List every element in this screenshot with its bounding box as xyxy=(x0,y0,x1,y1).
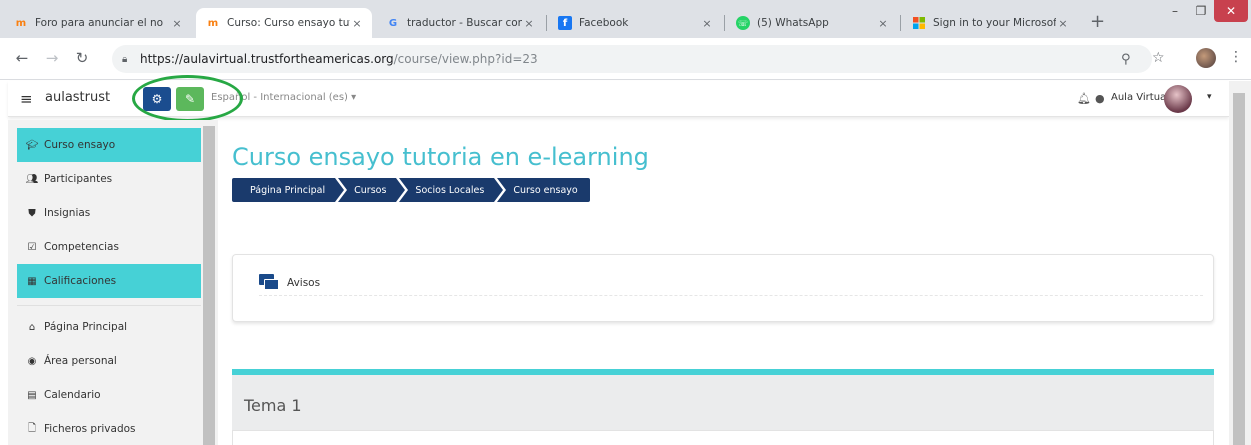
calendar-icon: ▤ xyxy=(27,389,37,401)
caret-down-icon: ▾ xyxy=(351,92,357,103)
drawer-item-label: Calendario xyxy=(44,389,101,401)
drawer-item-calificaciones[interactable]: ▦ Calificaciones xyxy=(17,264,201,298)
dashboard-icon: ◉ xyxy=(27,355,37,367)
zoom-icon[interactable]: ⚲ xyxy=(1121,52,1131,67)
forum-icon xyxy=(259,273,281,292)
microsoft-icon xyxy=(912,16,926,30)
drawer-item-calendario[interactable]: ▤ Calendario xyxy=(17,378,201,412)
address-bar[interactable]: 🔒︎ https://aulavirtual.trustfortheameric… xyxy=(112,45,1152,73)
announcements-label: Avisos xyxy=(287,276,321,289)
hamburger-menu-icon[interactable]: ≡ xyxy=(20,90,33,108)
browser-tab-foro[interactable]: m Foro para anunciar el no × xyxy=(4,8,192,38)
maximize-window-button[interactable]: ❐ xyxy=(1188,0,1214,22)
drawer-item-label: Participantes xyxy=(44,173,113,185)
drawer-item-label: Calificaciones xyxy=(44,275,117,287)
google-icon: G xyxy=(388,17,398,29)
browser-tab-curso[interactable]: m Curso: Curso ensayo tuto × xyxy=(196,8,372,38)
course-section-tema-1: Tema 1 xyxy=(232,369,1214,445)
drawer-item-ficheros-privados[interactable]: 🗋︎ Ficheros privados xyxy=(17,412,201,445)
drawer-item-pagina-principal[interactable]: ⌂ Página Principal xyxy=(17,310,201,344)
tab-title: (5) WhatsApp xyxy=(757,17,829,29)
whatsapp-icon: ☏ xyxy=(736,16,750,30)
drawer-item-label: Insignias xyxy=(44,207,91,219)
user-name[interactable]: Aula Virtual xyxy=(1111,92,1169,103)
breadcrumb-curso-ensayo[interactable]: Curso ensayo xyxy=(497,178,590,202)
close-window-button[interactable]: ✕ xyxy=(1214,0,1248,22)
breadcrumb-label: Curso ensayo xyxy=(513,184,578,196)
site-brand[interactable]: aulastrust xyxy=(45,90,110,105)
close-tab-icon[interactable]: × xyxy=(522,17,536,30)
graduation-cap-icon: 🎓︎ xyxy=(25,139,39,151)
moodle-icon: m xyxy=(207,17,219,29)
tab-separator xyxy=(546,15,547,31)
tab-title: Foro para anunciar el no xyxy=(35,17,164,29)
browser-tab-strip: m Foro para anunciar el no × m Curso: Cu… xyxy=(0,0,1251,38)
breadcrumb: Página Principal Cursos Socios Locales C… xyxy=(232,178,593,202)
breadcrumb-pagina-principal[interactable]: Página Principal xyxy=(232,178,348,202)
breadcrumb-label: Página Principal xyxy=(250,184,326,196)
forward-icon[interactable]: → xyxy=(42,48,62,68)
url-host: https://aulavirtual.trustfortheamericas.… xyxy=(140,52,394,66)
drawer-item-participantes[interactable]: 👥︎ Participantes xyxy=(17,162,201,196)
minimize-window-button[interactable]: – xyxy=(1163,0,1187,22)
close-tab-icon[interactable]: × xyxy=(170,17,184,30)
user-avatar[interactable] xyxy=(1164,85,1192,113)
drawer-item-label: Ficheros privados xyxy=(44,423,136,435)
drawer-item-curso-ensayo[interactable]: 🎓︎ Curso ensayo xyxy=(17,128,201,162)
close-tab-icon[interactable]: × xyxy=(700,17,714,30)
section-body xyxy=(232,430,1214,445)
close-tab-icon[interactable]: × xyxy=(350,17,364,30)
home-icon: ⌂ xyxy=(28,321,36,333)
browser-tab-traductor[interactable]: G traductor - Buscar con G × xyxy=(376,8,544,38)
drawer-scrollbar[interactable] xyxy=(203,126,215,445)
browser-tab-microsoft[interactable]: Sign in to your Microsof × xyxy=(902,8,1078,38)
drawer-item-label: Página Principal xyxy=(44,321,128,333)
browser-tab-facebook[interactable]: f Facebook × xyxy=(548,8,722,38)
tab-separator xyxy=(900,15,901,31)
announcements-block: Avisos xyxy=(232,254,1214,322)
profile-avatar[interactable] xyxy=(1196,48,1216,68)
close-tab-icon[interactable]: × xyxy=(876,17,890,30)
checkbox-icon: ☑ xyxy=(27,241,37,253)
user-menu-caret-icon[interactable]: ▾ xyxy=(1207,92,1212,102)
reload-icon[interactable]: ↻ xyxy=(72,48,92,68)
table-icon: ▦ xyxy=(27,275,37,287)
back-icon[interactable]: ← xyxy=(12,48,32,68)
drawer-item-insignias[interactable]: ⛊ Insignias xyxy=(17,196,201,230)
lock-icon: 🔒︎ xyxy=(122,53,128,65)
messages-icon[interactable]: ● xyxy=(1095,92,1105,105)
drawer-item-area-personal[interactable]: ◉ Área personal xyxy=(17,344,201,378)
url-path: /course/view.php?id=23 xyxy=(393,52,538,66)
facebook-icon: f xyxy=(558,16,572,30)
tab-title: Curso: Curso ensayo tuto xyxy=(227,17,350,29)
drawer-item-label: Área personal xyxy=(44,355,117,367)
close-tab-icon[interactable]: × xyxy=(1056,17,1070,30)
breadcrumb-label: Cursos xyxy=(354,184,387,196)
section-title: Tema 1 xyxy=(244,396,302,415)
breadcrumb-label: Socios Locales xyxy=(415,184,485,196)
breadcrumb-socios-locales[interactable]: Socios Locales xyxy=(399,178,507,202)
new-tab-button[interactable]: + xyxy=(1090,12,1105,32)
page-title: Curso ensayo tutoria en e-learning xyxy=(232,143,649,171)
tab-title: Facebook xyxy=(579,17,629,29)
highlight-annotation-ring xyxy=(132,75,243,122)
drawer-item-competencias[interactable]: ☑ Competencias xyxy=(17,230,201,264)
browser-tab-whatsapp[interactable]: ☏ (5) WhatsApp × xyxy=(726,8,898,38)
bookmark-star-icon[interactable]: ☆ xyxy=(1152,50,1165,66)
moodle-icon: m xyxy=(15,17,27,29)
page-scrollbar-thumb[interactable] xyxy=(1233,93,1245,445)
browser-menu-icon[interactable]: ⋮ xyxy=(1229,49,1243,65)
shield-icon: ⛊ xyxy=(28,207,36,219)
drawer-item-label: Competencias xyxy=(44,241,119,253)
tab-separator xyxy=(724,15,725,31)
users-icon: 👥︎ xyxy=(25,173,39,185)
notifications-bell-icon[interactable]: 🔔︎ xyxy=(1077,92,1091,105)
file-icon: 🗋︎ xyxy=(27,422,37,434)
announcements-forum-link[interactable]: Avisos xyxy=(259,270,1203,296)
drawer-item-label: Curso ensayo xyxy=(44,139,116,151)
browser-toolbar: ← → ↻ 🔒︎ https://aulavirtual.trustforthe… xyxy=(0,38,1251,80)
tab-title: Sign in to your Microsof xyxy=(933,17,1056,29)
tab-title: traductor - Buscar con G xyxy=(407,17,522,29)
